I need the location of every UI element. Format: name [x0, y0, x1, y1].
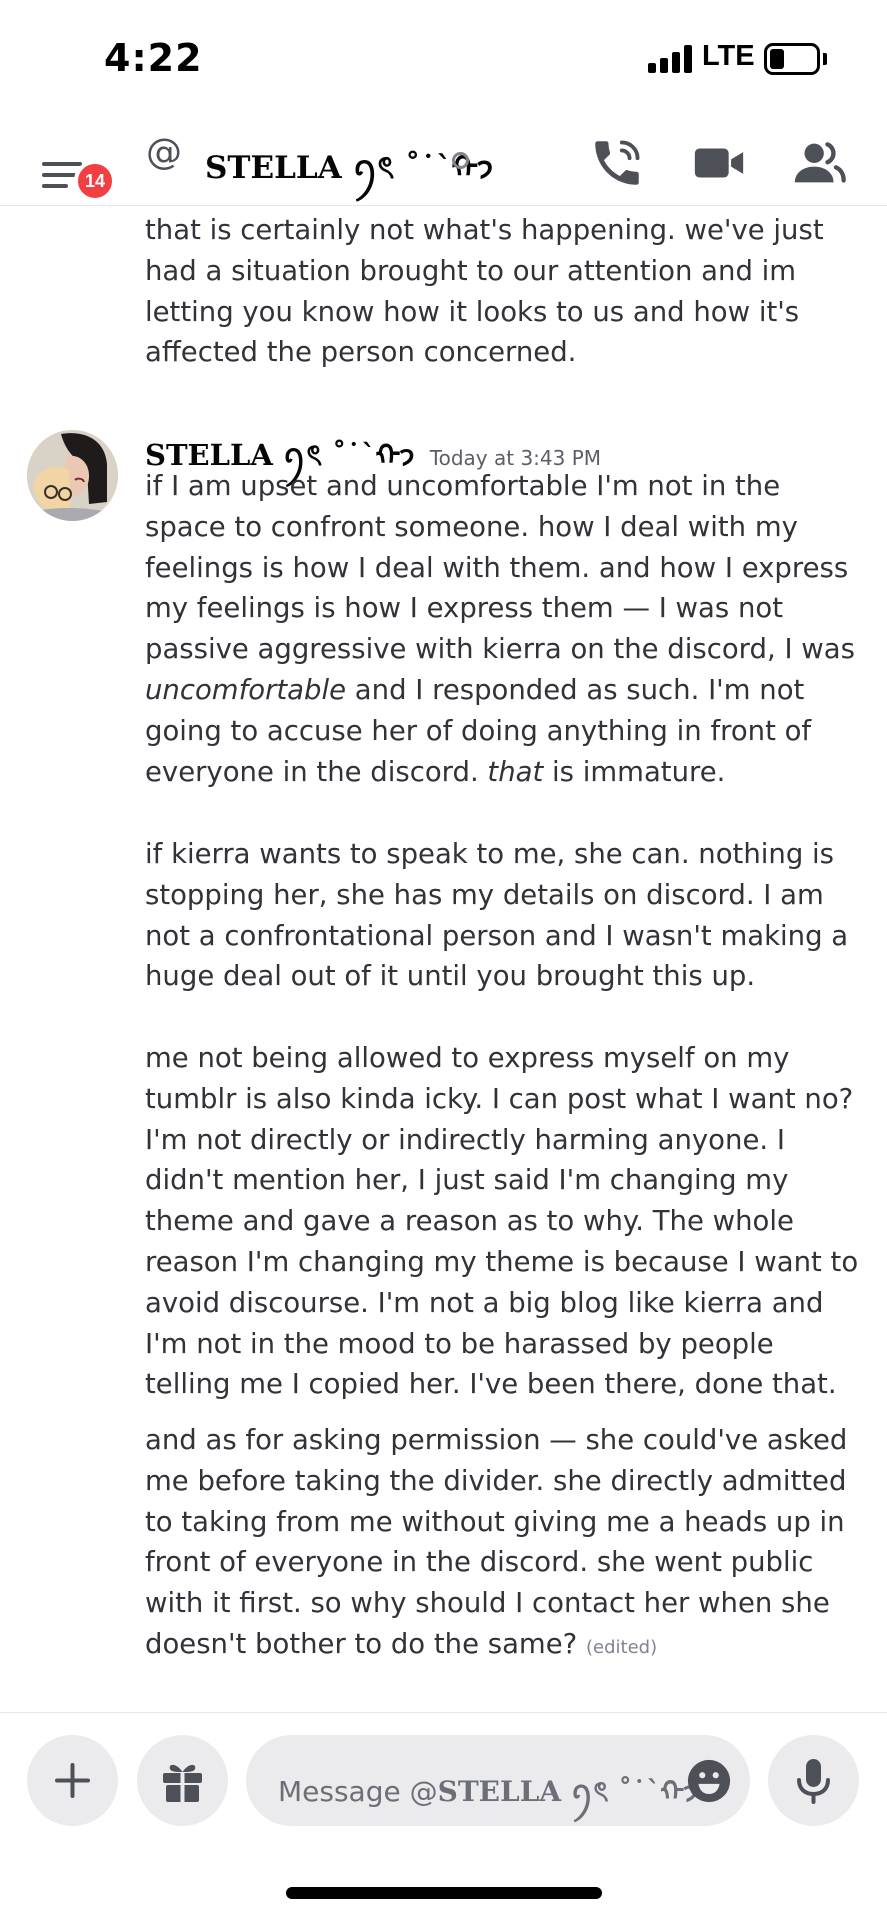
- message-continued: that is certainly not what's happening. …: [145, 214, 824, 369]
- battery-icon: [764, 43, 820, 75]
- dm-title[interactable]: STELLA ꪆৎ ˚˙`ᡣ𐭩: [205, 134, 493, 203]
- message-list[interactable]: that is certainly not what's happening. …: [0, 206, 887, 1712]
- home-indicator: [286, 1887, 602, 1899]
- emoji-icon[interactable]: [686, 1758, 732, 1804]
- message-paragraph-1: if I am upset and uncomfortable I'm not …: [145, 470, 855, 788]
- status-bar: 4:22 LTE: [0, 0, 887, 118]
- message-paragraph-2: if kierra wants to speak to me, she can.…: [145, 838, 849, 993]
- offline-status-icon: [452, 152, 469, 169]
- network-label: LTE: [702, 40, 755, 72]
- hamburger-menu-icon[interactable]: 14: [38, 140, 116, 202]
- plus-icon: [55, 1763, 90, 1798]
- microphone-icon: [797, 1759, 830, 1804]
- message-paragraph-3: me not being allowed to express myself o…: [145, 1042, 859, 1401]
- at-icon: @: [146, 132, 182, 173]
- video-camera-icon[interactable]: [690, 134, 748, 192]
- gift-button[interactable]: [137, 1735, 228, 1826]
- message-placeholder: Message @STELLA ꪆৎ ˚˙`ᡣ𐭩: [278, 1775, 698, 1808]
- status-time: 4:22: [104, 36, 203, 80]
- phone-call-icon[interactable]: [588, 134, 646, 192]
- add-attachment-button[interactable]: [27, 1735, 118, 1826]
- message-input[interactable]: Message @STELLA ꪆৎ ˚˙`ᡣ𐭩: [246, 1735, 750, 1826]
- emphasis-uncomfortable: uncomfortable: [145, 673, 347, 706]
- gift-icon: [163, 1764, 202, 1802]
- emphasis-that: that: [487, 755, 544, 788]
- avatar[interactable]: [27, 430, 118, 521]
- unread-badge: 14: [74, 160, 116, 202]
- signal-icon: [648, 45, 692, 73]
- voice-message-button[interactable]: [768, 1735, 859, 1826]
- message-paragraph-4: and as for asking permission — she could…: [145, 1424, 848, 1660]
- members-icon[interactable]: [790, 134, 848, 192]
- channel-header: 14 @ STELLA ꪆৎ ˚˙`ᡣ𐭩: [0, 118, 887, 206]
- battery-tip: [823, 53, 827, 65]
- edited-label: (edited): [585, 1636, 658, 1658]
